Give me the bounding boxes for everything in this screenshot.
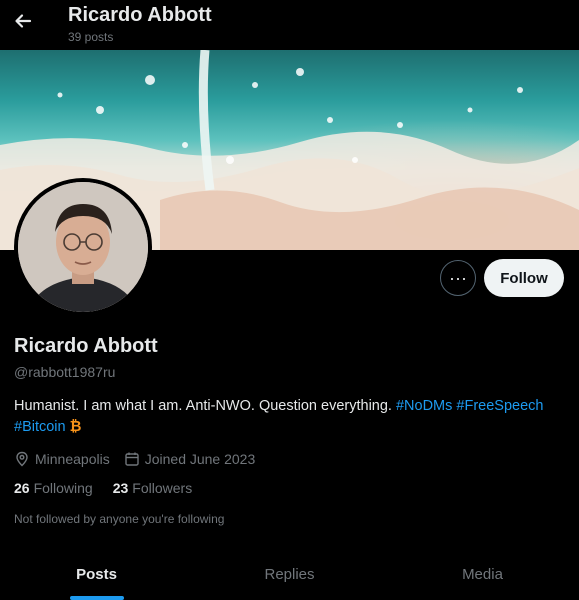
- more-options-button[interactable]: ···: [440, 260, 476, 296]
- header-post-count: 39 posts: [68, 30, 114, 44]
- bitcoin-emoji: ₿: [69, 419, 82, 435]
- avatar[interactable]: [14, 178, 152, 316]
- followers-label: Followers: [132, 480, 193, 496]
- following-label: Following: [33, 480, 93, 496]
- avatar-image: [18, 182, 148, 312]
- display-name: Ricardo Abbott: [14, 335, 158, 357]
- location-pin-icon: [16, 451, 28, 467]
- follow-counts: 26 Following 23 Followers: [14, 480, 212, 496]
- tab-replies[interactable]: Replies: [193, 546, 386, 600]
- calendar-icon: [125, 452, 139, 466]
- following-count: 26: [14, 480, 30, 496]
- joined-text: Joined June 2023: [144, 451, 256, 467]
- location-item: Minneapolis: [14, 451, 110, 467]
- followers-link[interactable]: 23 Followers: [113, 480, 192, 496]
- more-dots-icon: ···: [449, 267, 467, 288]
- profile-tabs: Posts Replies Media: [0, 546, 579, 600]
- tab-posts[interactable]: Posts: [0, 546, 193, 600]
- profile-bio: Humanist. I am what I am. Anti-NWO. Ques…: [14, 396, 569, 438]
- location-text: Minneapolis: [35, 451, 110, 467]
- back-button[interactable]: [8, 6, 38, 36]
- hashtag-bitcoin[interactable]: #Bitcoin: [14, 419, 66, 435]
- tab-label: Media: [462, 566, 503, 583]
- user-handle: @rabbott1987ru: [14, 364, 116, 380]
- profile-header-bar: Ricardo Abbott 39 posts: [0, 0, 579, 50]
- follow-button[interactable]: Follow: [484, 259, 564, 297]
- header-title: Ricardo Abbott: [68, 4, 212, 26]
- not-followed-notice: Not followed by anyone you're following: [14, 512, 225, 526]
- hashtag-freespeech[interactable]: #FreeSpeech: [456, 398, 543, 414]
- tab-label: Replies: [264, 566, 315, 583]
- bio-text: Humanist. I am what I am. Anti-NWO. Ques…: [14, 398, 392, 414]
- profile-meta: Minneapolis Joined June 2023: [14, 449, 269, 469]
- joined-item: Joined June 2023: [124, 451, 256, 467]
- followers-count: 23: [112, 480, 129, 496]
- following-link[interactable]: 26 Following: [14, 480, 93, 496]
- arrow-left-icon: [15, 14, 32, 28]
- active-tab-indicator: [69, 596, 124, 600]
- tab-label: Posts: [76, 566, 117, 583]
- tab-media[interactable]: Media: [386, 546, 579, 600]
- hashtag-nodms[interactable]: #NoDMs: [396, 398, 452, 414]
